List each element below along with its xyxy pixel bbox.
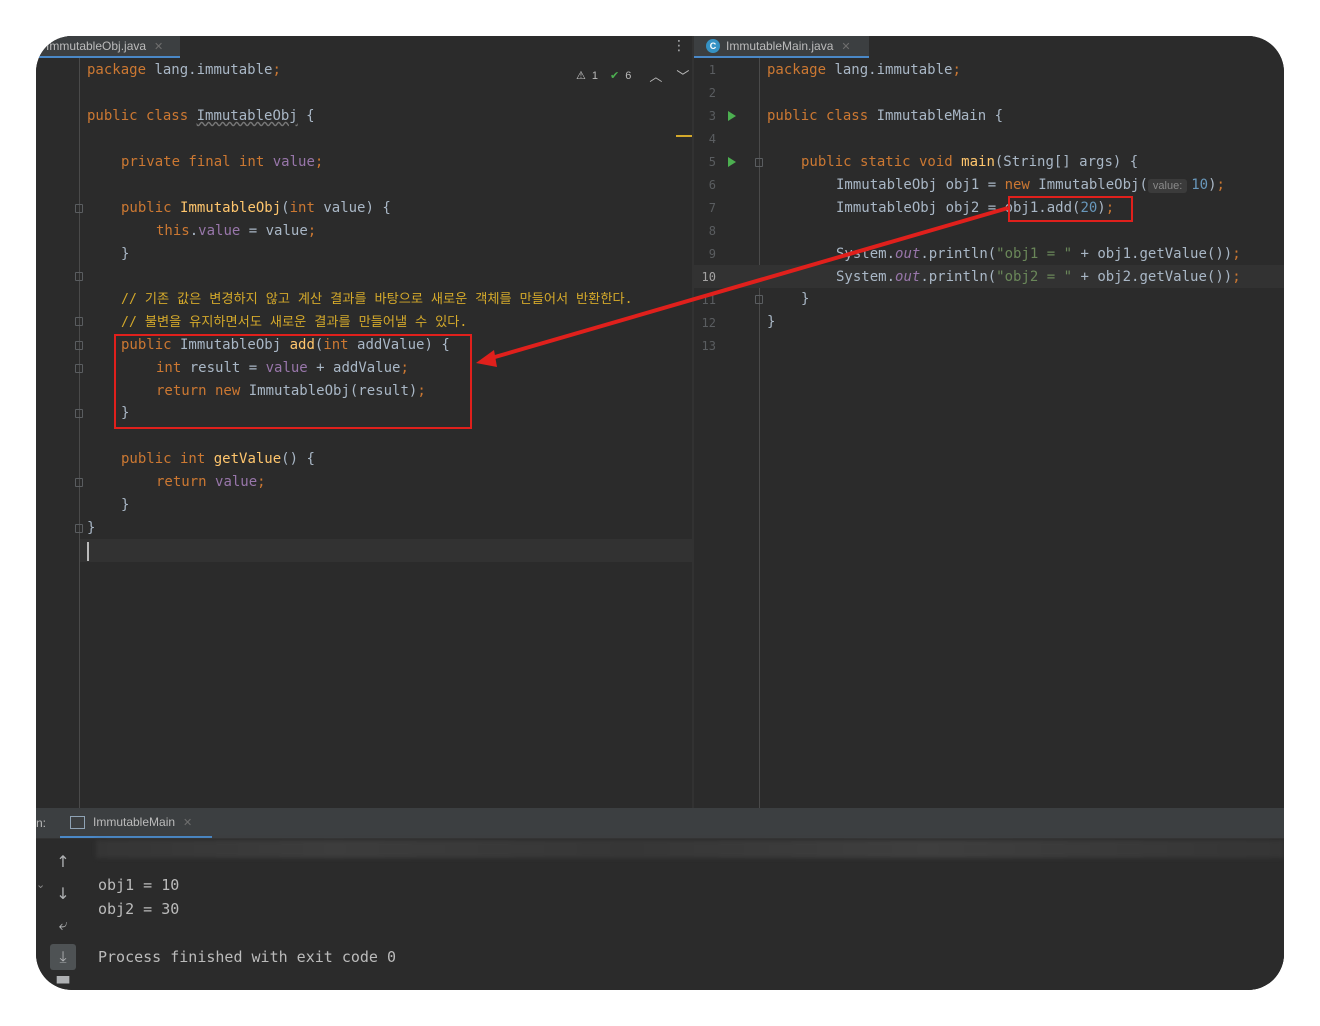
fold-marker[interactable]	[755, 158, 763, 167]
code-line: public static void main(String[] args) {	[801, 154, 1139, 170]
code-line: return value;	[156, 474, 266, 490]
arrow-down-icon[interactable]: ↓	[50, 880, 76, 906]
code-line: }	[121, 246, 130, 262]
line-number: 4	[708, 132, 716, 146]
add-method-highlight-box	[114, 334, 472, 429]
fold-marker[interactable]	[75, 341, 83, 350]
close-icon[interactable]: ✕	[183, 816, 192, 829]
code-line: public class ImmutableMain {	[767, 108, 1004, 124]
text-cursor	[87, 542, 89, 561]
fold-marker[interactable]	[75, 317, 83, 326]
parameter-hint: value:	[1147, 179, 1188, 193]
left-tab-bar: ImmutableObj.java ✕ ⋮	[36, 36, 692, 59]
line-number: 2	[708, 86, 716, 100]
code-line: }	[801, 291, 810, 307]
right-code-area: package lang.immutable; public class Imm…	[767, 58, 1284, 808]
run-tab-label: ImmutableMain	[93, 815, 176, 829]
fold-marker[interactable]	[75, 272, 83, 281]
console-line: obj1 = 10	[98, 876, 180, 894]
line-number: 3	[708, 109, 716, 123]
add-call-highlight-box	[1008, 196, 1133, 222]
code-line: }	[87, 520, 96, 536]
more-options-icon[interactable]: ⋮	[672, 38, 686, 54]
run-panel: n: ImmutableMain ✕ ⌄ ↑ ↓ ⤶ ⤓ ▀ obj1 = 10…	[36, 808, 1284, 990]
code-line: public class ImmutableObj {	[87, 108, 315, 124]
left-code-area: package lang.immutable; public class Imm…	[87, 58, 692, 808]
code-line: }	[121, 497, 130, 513]
code-line: private final int value;	[121, 154, 324, 170]
line-number: 13	[701, 339, 716, 353]
tab-immutablemain[interactable]: C ImmutableMain.java ✕	[694, 36, 869, 58]
run-label: n:	[36, 816, 47, 830]
line-number: 5	[708, 155, 716, 169]
code-line: public int getValue() {	[121, 451, 315, 467]
code-line: System.out.println("obj2 = " + obj2.getV…	[836, 269, 1241, 285]
line-number: 8	[708, 224, 716, 238]
ide-window: ImmutableObj.java ✕ ⋮ C ImmutableMain.ja…	[36, 36, 1284, 990]
close-icon[interactable]: ✕	[841, 40, 850, 53]
code-line: ImmutableObj obj1 = new ImmutableObj(val…	[836, 177, 1225, 193]
fold-marker[interactable]	[75, 204, 83, 213]
close-icon[interactable]: ✕	[154, 40, 163, 53]
chevron-left-icon[interactable]: ⌄	[36, 878, 45, 891]
run-tab-bar: n: ImmutableMain ✕	[36, 808, 1284, 839]
fold-marker[interactable]	[75, 409, 83, 418]
fold-marker[interactable]	[75, 478, 83, 487]
gutter-divider	[79, 58, 80, 808]
code-line: }	[767, 314, 776, 330]
soft-wrap-icon[interactable]: ⤶	[50, 912, 76, 938]
scroll-to-end-icon[interactable]: ⤓	[50, 944, 76, 970]
comment-line: // 기존 값은 변경하지 않고 계산 결과를 바탕으로 새로운 객체를 만들어…	[121, 292, 633, 307]
run-icon[interactable]	[728, 157, 736, 167]
blurred-command-line	[96, 840, 1284, 858]
tab-immutableobj[interactable]: ImmutableObj.java ✕	[36, 36, 180, 58]
line-number: 10	[701, 270, 716, 284]
right-tab-bar: C ImmutableMain.java ✕	[694, 36, 1284, 59]
line-number: 1	[708, 63, 716, 77]
arrow-up-icon[interactable]: ↑	[50, 848, 76, 874]
console-output[interactable]: obj1 = 10 obj2 = 30 Process finished wit…	[96, 840, 1284, 990]
print-icon[interactable]: ▀	[50, 976, 76, 990]
line-number: 12	[701, 316, 716, 330]
class-icon: C	[706, 39, 720, 53]
console-toolbar: ↑ ↓ ⤶ ⤓ ▀	[48, 842, 78, 990]
fold-marker[interactable]	[755, 295, 763, 304]
code-line: public ImmutableObj(int value) {	[121, 200, 391, 216]
tab-immutablemain-run[interactable]: ImmutableMain ✕	[60, 808, 212, 838]
code-line: package lang.immutable;	[87, 62, 281, 78]
left-editor[interactable]: ⚠ 1 ✔ 6 ︿ ﹀ package lang.immutable; publ…	[36, 58, 692, 808]
comment-line: // 불변을 유지하면서도 새로운 결과를 만들어낼 수 있다.	[121, 315, 468, 330]
fold-marker[interactable]	[75, 364, 83, 373]
code-line: this.value = value;	[156, 223, 317, 239]
run-icon[interactable]	[728, 111, 736, 121]
right-editor[interactable]: 1 2 3 4 5 6 7 8 9 10 11 12 13 package la…	[694, 58, 1284, 808]
tab-label: ImmutableMain.java	[726, 39, 834, 53]
console-line: obj2 = 30	[98, 900, 180, 918]
console-icon	[70, 815, 85, 829]
tab-label: ImmutableObj.java	[46, 39, 147, 53]
code-line: package lang.immutable;	[767, 62, 961, 78]
fold-marker[interactable]	[75, 524, 83, 533]
gutter-divider	[759, 58, 760, 808]
code-line: System.out.println("obj1 = " + obj1.getV…	[836, 246, 1241, 262]
line-number: 7	[708, 201, 716, 215]
console-line: Process finished with exit code 0	[98, 948, 397, 966]
line-number: 11	[701, 293, 716, 307]
line-number: 9	[708, 247, 716, 261]
line-number: 6	[708, 178, 716, 192]
